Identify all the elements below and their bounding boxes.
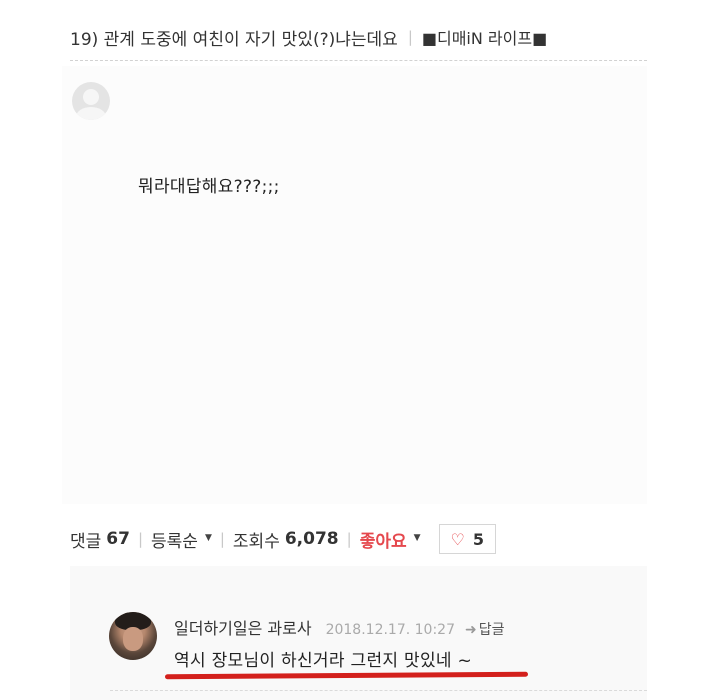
default-user-icon[interactable]	[72, 82, 110, 120]
post-body	[62, 66, 647, 504]
post-stats-bar: 댓글 67 | 등록순 ▼ | 조회수 6,078 | 좋아요 ▼ ♡ 5	[70, 522, 497, 556]
caret-down-icon: ▼	[413, 533, 421, 543]
stats-separator: |	[137, 530, 144, 548]
sort-label: 등록순	[151, 531, 198, 552]
comments-count: 67	[106, 529, 130, 549]
reply-arrow-icon: ➜	[464, 622, 477, 638]
like-button[interactable]: ♡ 5	[438, 524, 497, 554]
title-divider	[70, 60, 647, 61]
post-title-row: 19) 관계 도중에 여친이 자기 맛있(?)냐는데요 | ■디매iN 라이프■	[70, 22, 650, 52]
comments-label: 댓글	[70, 531, 102, 552]
board-category-link[interactable]: ■디매iN 라이프■	[422, 25, 547, 49]
stats-separator: |	[219, 530, 225, 548]
comment-text: 역시 장모님이 하신거라 그런지 맛있네 ~	[174, 651, 473, 671]
like-label: 좋아요	[359, 531, 407, 552]
reply-button[interactable]: ➜ 답글	[465, 619, 505, 639]
reply-label: 답글	[478, 622, 505, 638]
post-content-text: 뭐라대답해요???;;;	[138, 177, 280, 197]
caret-down-icon: ▼	[204, 533, 212, 543]
sort-dropdown[interactable]: 등록순 ▼	[151, 527, 212, 552]
views-label: 조회수	[232, 531, 280, 552]
post-title[interactable]: 19) 관계 도중에 여친이 자기 맛있(?)냐는데요	[70, 25, 398, 50]
like-dropdown[interactable]: 좋아요 ▼	[360, 527, 421, 552]
like-count: 5	[472, 529, 485, 549]
commenter-nickname[interactable]: 일더하기일은 과로사	[174, 615, 312, 639]
comment-date: 2018.12.17. 10:27	[325, 622, 455, 638]
views-count: 6,078	[284, 529, 339, 549]
heart-outline-icon: ♡	[450, 529, 465, 549]
comment-divider	[110, 690, 647, 691]
comment-meta: 일더하기일은 과로사 2018.12.17. 10:27 ➜ 답글	[174, 615, 504, 639]
title-separator: |	[407, 28, 413, 46]
stats-separator: |	[346, 530, 352, 548]
commenter-avatar[interactable]	[109, 612, 157, 660]
